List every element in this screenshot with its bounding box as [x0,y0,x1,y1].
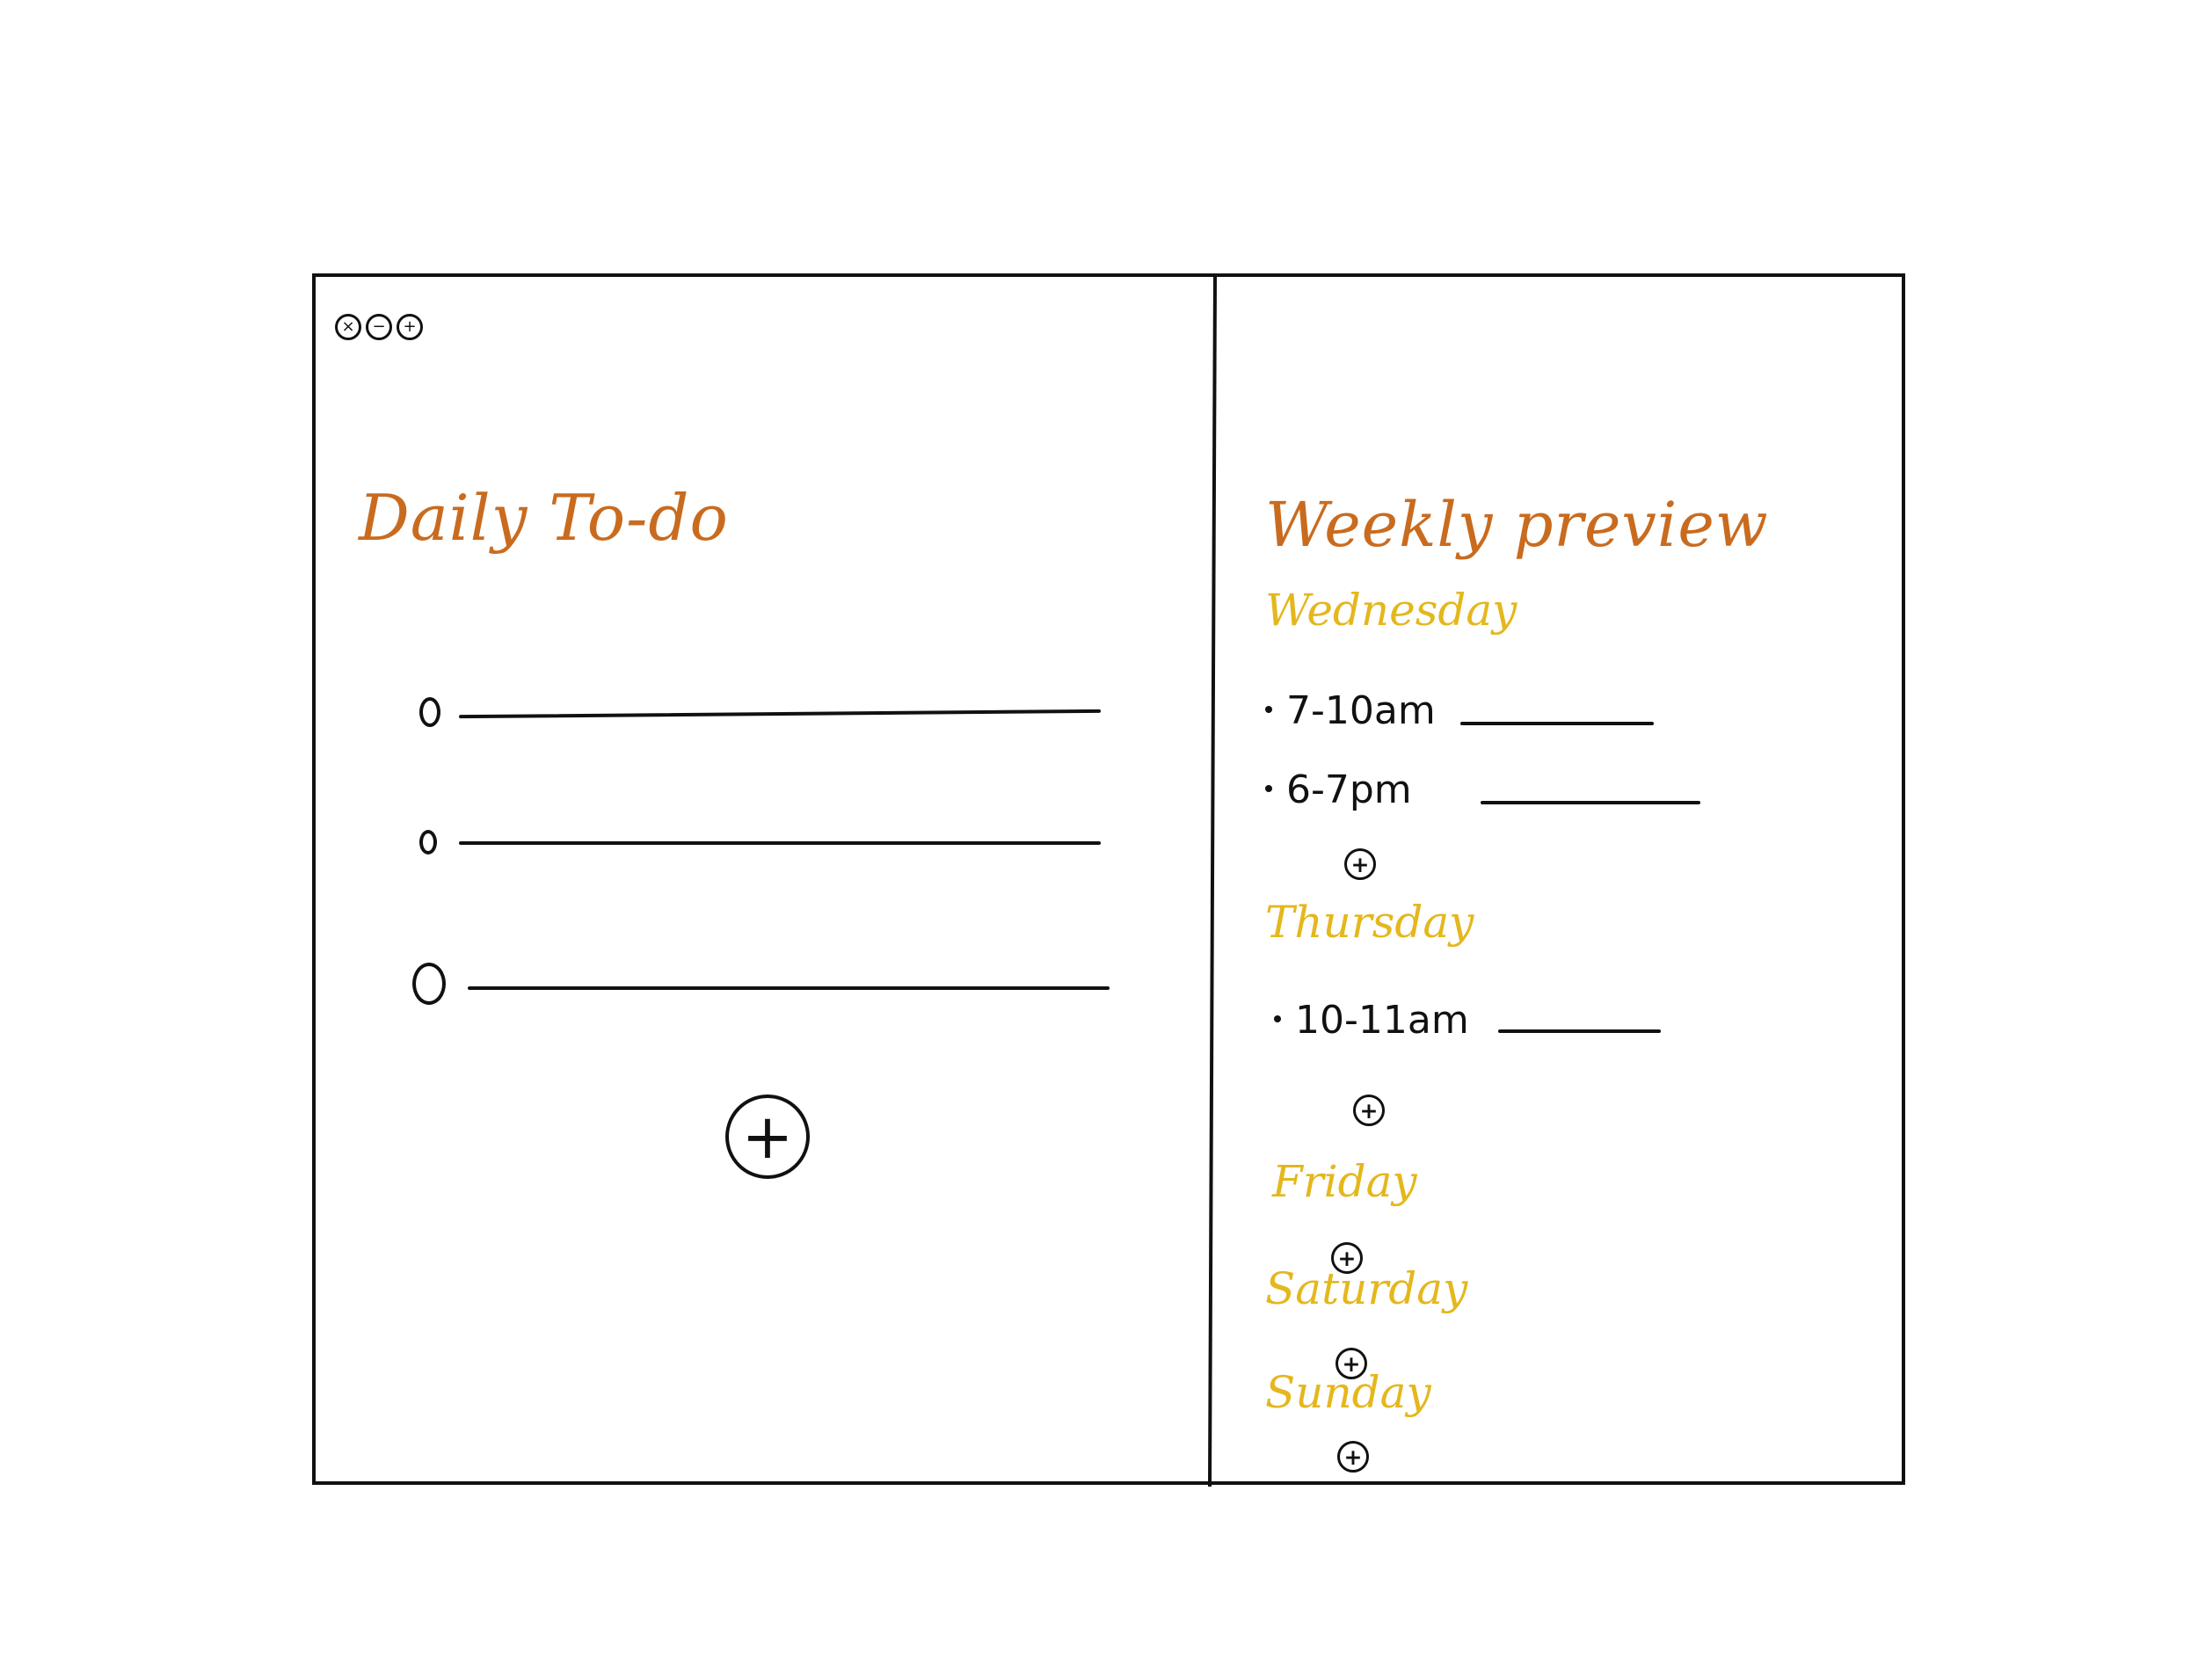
todo-checkbox-3[interactable] [412,963,446,1005]
window-controls: × − + [335,314,423,340]
event-detail-line[interactable] [1460,722,1654,725]
sketch-page: × − + Daily To-do + Weekly preview Wedne… [0,0,2198,1680]
daily-todo-title: Daily To-do [359,481,729,555]
minimize-window-icon[interactable]: − [366,314,392,340]
event-time: 7-10am [1286,688,1436,733]
event-bullet [1265,785,1272,792]
day-saturday: Saturday [1265,1263,1468,1314]
todo-text-line-2[interactable] [459,841,1101,845]
wednesday-event-1[interactable]: 7-10am [1265,688,1722,738]
event-bullet [1274,1015,1281,1022]
event-time: 10-11am [1295,998,1469,1043]
event-detail-line[interactable] [1498,1029,1661,1033]
todo-checkbox-2[interactable] [419,830,437,855]
add-todo-button[interactable]: + [725,1095,810,1179]
event-bullet [1265,706,1272,713]
weekly-preview-title: Weekly preview [1265,489,1769,561]
add-thursday-event-button[interactable]: + [1353,1095,1385,1126]
todo-text-line-1[interactable] [459,709,1101,719]
day-thursday: Thursday [1265,897,1474,948]
close-window-icon[interactable]: × [335,314,361,340]
todo-item-1[interactable] [419,688,1123,741]
day-wednesday: Wednesday [1265,585,1517,636]
day-friday: Friday [1272,1156,1417,1207]
maximize-window-icon[interactable]: + [397,314,423,340]
todo-checkbox-1[interactable] [419,697,440,727]
todo-text-line-3[interactable] [468,986,1110,990]
event-detail-line[interactable] [1481,801,1700,804]
panel-divider [1207,275,1217,1487]
wednesday-event-2[interactable]: 6-7pm [1265,767,1722,817]
thursday-event-1[interactable]: 10-11am [1274,998,1731,1047]
add-sunday-event-button[interactable]: + [1337,1441,1369,1473]
todo-item-2[interactable] [419,818,1123,870]
todo-item-3[interactable] [412,963,1123,1015]
event-time: 6-7pm [1286,767,1412,812]
add-wednesday-event-button[interactable]: + [1344,848,1376,880]
day-sunday: Sunday [1265,1367,1431,1418]
app-window-sketch: × − + Daily To-do + Weekly preview Wedne… [312,273,1905,1487]
